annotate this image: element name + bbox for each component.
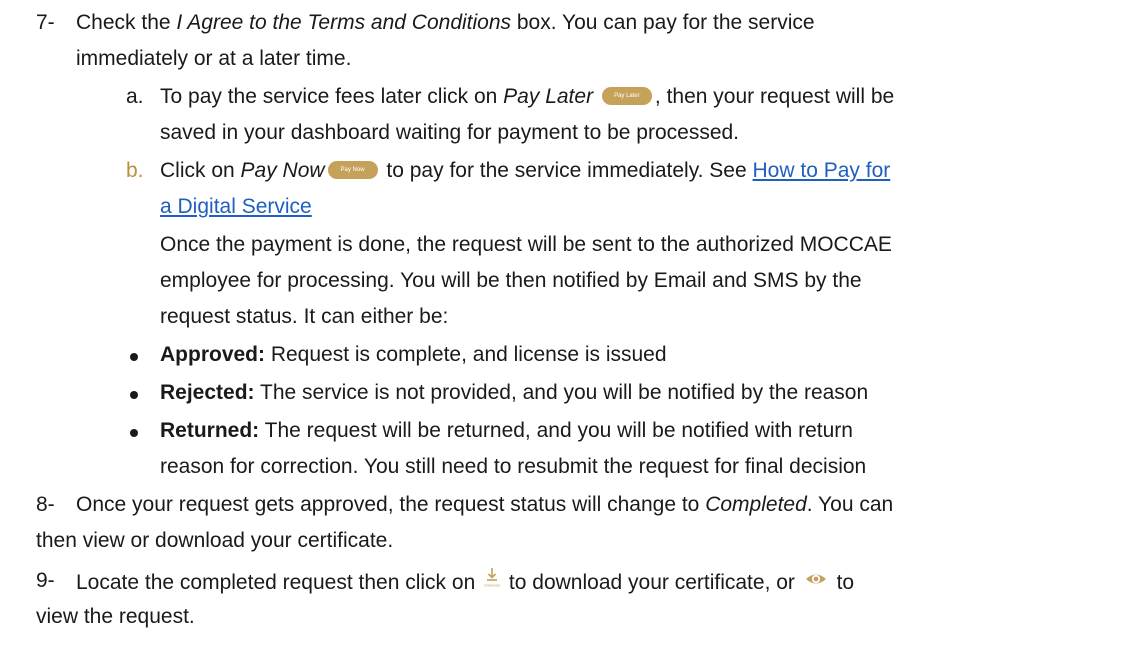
sub-b-para-2: employee for processing. You will be the… [160,269,862,292]
step-9-line-1: Locate the completed request then click … [76,566,854,601]
step-9-text-mid: to download your certificate, or [503,571,801,595]
step-8-text: Once your request gets approved, the req… [76,493,706,516]
step-8-text-post: . You can [806,493,894,516]
step-8-line-1: Once your request gets approved, the req… [76,490,893,520]
pay-now-name: Pay Now [240,159,325,182]
status-returned: Returned: The request will be returned, … [160,416,853,446]
status-approved: Approved: Request is complete, and licen… [160,340,667,370]
sub-a-line-1: To pay the service fees later click on P… [160,82,894,112]
sub-a-text-post: , then your request will be [654,85,895,108]
status-returned-line-2: reason for correction. You still need to… [160,455,867,478]
sub-b-line-2: a Digital Service [160,192,312,222]
pay-now-button[interactable]: Pay Now [327,160,378,179]
step-9-line-2: view the request. [36,605,195,628]
status-rejected-label: Rejected: [160,381,255,404]
step-9-text-post: to [830,571,855,595]
status-returned-text: The request will be returned, and you wi… [259,419,853,442]
status-rejected-text: The service is not provided, and you wil… [254,381,869,404]
step-7-line-1: Check the I Agree to the Terms and Condi… [76,8,815,38]
step-7-text-post: box. You can pay for the service [511,11,815,34]
how-to-pay-link[interactable]: How to Pay for [753,159,891,182]
step-8-number: 8- [36,493,55,516]
bullet-icon [130,391,138,399]
step-7-line-2: immediately or at a later time. [76,47,352,70]
status-approved-label: Approved: [160,343,265,366]
download-icon-label: Download [484,584,500,588]
sub-a-letter: a. [126,85,144,108]
terms-checkbox-name: I Agree to the Terms and Conditions [176,11,512,34]
bullet-icon [130,353,138,361]
how-to-pay-link-cont[interactable]: a Digital Service [160,195,312,218]
status-rejected: Rejected: The service is not provided, a… [160,378,868,408]
pay-later-name: Pay Later [503,85,594,108]
step-9-number: 9- [36,569,55,592]
sub-b-text: Click on [160,159,241,182]
download-icon[interactable]: Download [484,566,500,597]
eye-icon[interactable] [804,567,828,597]
pay-later-button[interactable]: Pay Later [601,86,652,105]
sub-b-para-1: Once the payment is done, the request wi… [160,233,892,256]
sub-b-letter: b. [126,159,144,182]
document-page: 7- Check the I Agree to the Terms and Co… [0,0,1129,664]
step-7-text: Check the [76,11,177,34]
step-9-text: Locate the completed request then click … [76,571,482,595]
status-approved-text: Request is complete, and license is issu… [265,343,667,366]
status-returned-label: Returned: [160,419,260,442]
step-8-line-2: then view or download your certificate. [36,529,394,552]
step-7-number: 7- [36,11,55,34]
sub-a-line-2: saved in your dashboard waiting for paym… [160,121,740,144]
completed-status-name: Completed [705,493,807,516]
sub-b-text-post: to pay for the service immediately. See [380,159,753,182]
bullet-icon [130,429,138,437]
sub-a-text: To pay the service fees later click on [160,85,504,108]
sub-b-line-1: Click on Pay Now Pay Now to pay for the s… [160,156,890,186]
sub-b-para-3: request status. It can either be: [160,305,449,328]
